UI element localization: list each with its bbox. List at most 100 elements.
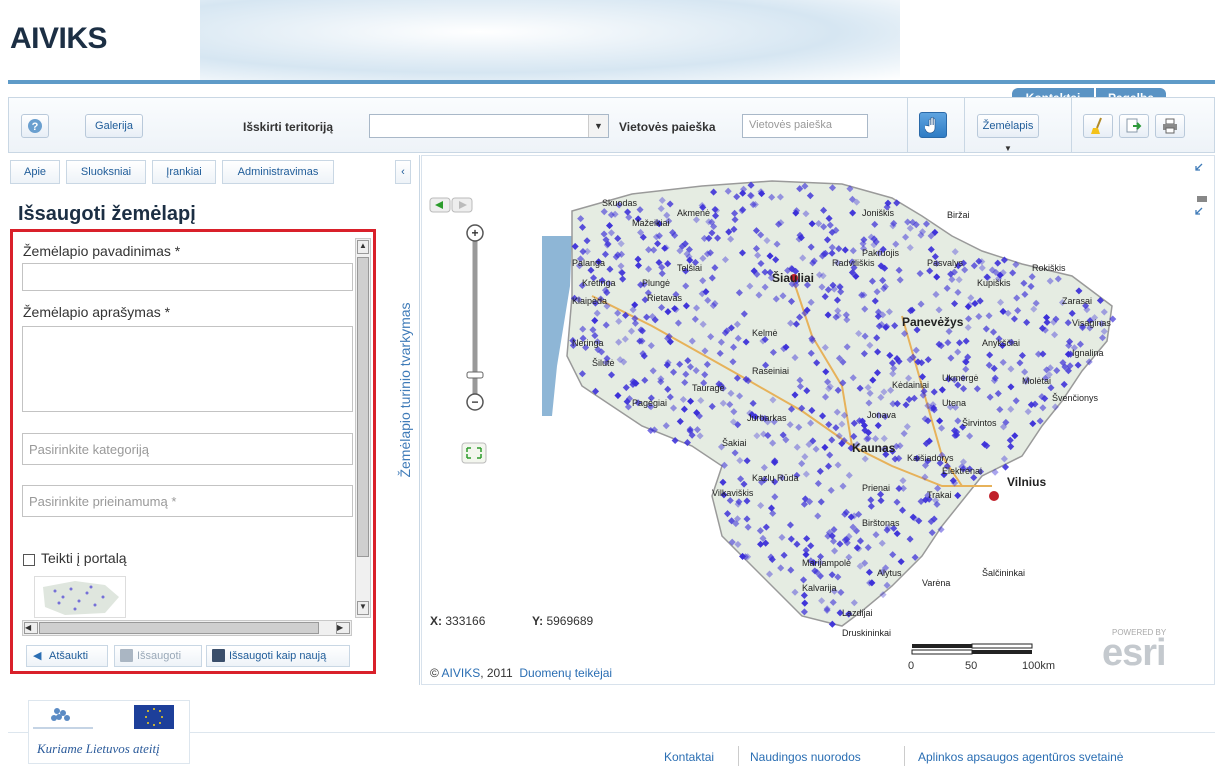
city-label: Kazlų Rūda bbox=[752, 473, 799, 483]
city-label: Šilutė bbox=[592, 358, 615, 368]
city-label: Akmenė bbox=[677, 208, 710, 218]
city-label: Klaipėda bbox=[572, 296, 607, 306]
city-label: Švenčionys bbox=[1052, 393, 1099, 403]
eu-logos-image bbox=[33, 705, 174, 729]
full-extent-button[interactable] bbox=[461, 442, 487, 464]
portal-checkbox[interactable] bbox=[23, 554, 35, 566]
city-label: Skuodas bbox=[602, 198, 638, 208]
city-label: Varėna bbox=[922, 578, 950, 588]
hand-icon bbox=[923, 116, 936, 134]
form-horizontal-scrollbar[interactable]: ◀ ▶ bbox=[22, 620, 352, 636]
city-label: Plungė bbox=[642, 278, 670, 288]
city-label: Vilkaviškis bbox=[712, 488, 754, 498]
sea-area bbox=[542, 236, 572, 416]
tab-about[interactable]: Apie bbox=[10, 160, 60, 184]
chevron-down-icon[interactable]: ▼ bbox=[588, 115, 608, 137]
save-as-new-button[interactable]: Išsaugoti kaip naują bbox=[206, 645, 350, 667]
print-small-icon[interactable] bbox=[1197, 196, 1207, 202]
header-clouds-image bbox=[200, 0, 900, 80]
city-label: Šakiai bbox=[722, 438, 747, 448]
help-button[interactable]: ? bbox=[21, 114, 49, 138]
save-button[interactable]: Išsaugoti bbox=[114, 645, 202, 667]
save-map-form: Žemėlapio pavadinimas * Žemėlapio aprašy… bbox=[10, 229, 376, 674]
h-scroll-thumb[interactable] bbox=[39, 622, 319, 634]
city-label: Alytus bbox=[877, 568, 902, 578]
floppy-disk-icon bbox=[212, 649, 225, 662]
scale-bar bbox=[911, 643, 1033, 655]
scale-label-0: 0 bbox=[908, 660, 915, 672]
city-label: Jonava bbox=[867, 410, 896, 420]
city-label: Palanga bbox=[572, 258, 605, 268]
city-label: Elektrėnai bbox=[942, 466, 982, 476]
pan-hand-button[interactable] bbox=[919, 112, 947, 138]
aiviks-link[interactable]: AIVIKS bbox=[442, 666, 481, 680]
x-value: 333166 bbox=[445, 614, 486, 628]
caret-down-icon: ▼ bbox=[1004, 144, 1012, 153]
city-label: Mažeikiai bbox=[632, 218, 670, 228]
map-content-manager-label[interactable]: Žemėlapio turinio tvarkymas bbox=[397, 302, 413, 477]
footer-link-contacts[interactable]: Kontaktai bbox=[664, 750, 714, 764]
territory-select[interactable]: ▼ bbox=[369, 114, 609, 138]
footer-link-useful[interactable]: Naudingos nuorodos bbox=[750, 750, 861, 764]
map-description-textarea[interactable] bbox=[22, 326, 353, 412]
search-input[interactable]: Vietovės paieška bbox=[742, 114, 868, 138]
footer-link-agency[interactable]: Aplinkos apsaugos agentūros svetainė bbox=[918, 750, 1123, 764]
basemap-label: Žemėlapis bbox=[982, 120, 1034, 132]
cancel-button-label: Atšaukti bbox=[49, 650, 89, 662]
print-button[interactable] bbox=[1155, 114, 1185, 138]
save-button-label: Išsaugoti bbox=[137, 650, 182, 662]
city-label: Utena bbox=[942, 398, 966, 408]
city-label: Molėtai bbox=[1022, 376, 1051, 386]
city-label: Pasvalys bbox=[927, 258, 964, 268]
scroll-left-arrow-icon[interactable]: ◀ bbox=[24, 622, 38, 634]
city-label: Pagėgiai bbox=[632, 398, 667, 408]
city-label: Kretinga bbox=[582, 278, 616, 288]
gallery-button[interactable]: Galerija bbox=[85, 114, 143, 138]
form-scrollbar[interactable]: ▲ ▼ bbox=[355, 238, 371, 618]
tab-layers[interactable]: Sluoksniai bbox=[66, 160, 146, 184]
collapse-icon[interactable] bbox=[1195, 163, 1203, 171]
city-capital-marker[interactable] bbox=[989, 491, 999, 501]
city-label: Telšiai bbox=[677, 263, 702, 273]
tab-tools[interactable]: Įrankiai bbox=[152, 160, 216, 184]
scroll-up-arrow-icon[interactable]: ▲ bbox=[357, 240, 369, 254]
city-label: Šiauliai bbox=[772, 270, 814, 285]
footer-logo-block[interactable]: Kuriame Lietuvos ateitį bbox=[28, 700, 190, 764]
coordinate-readout-y: Y: 5969689 bbox=[532, 614, 594, 628]
collapse-icon[interactable] bbox=[1195, 207, 1203, 215]
panel-title: Išsaugoti žemėlapį bbox=[18, 203, 196, 225]
footer-slogan: Kuriame Lietuvos ateitį bbox=[37, 741, 160, 756]
city-label: Ignalina bbox=[1072, 348, 1104, 358]
city-label: Lazdijai bbox=[842, 608, 873, 618]
city-label: Vilnius bbox=[1007, 475, 1046, 489]
printer-icon bbox=[1163, 118, 1177, 134]
map-view[interactable]: Šiauliai Panevėžys Kaunas Vilnius Klaipėda Te… bbox=[421, 155, 1215, 685]
city-label: Biržai bbox=[947, 210, 970, 220]
data-providers-link[interactable]: Duomenų teikėjai bbox=[519, 666, 612, 680]
toolbar-separator bbox=[1071, 98, 1072, 152]
city-label: Rietavas bbox=[647, 293, 683, 303]
city-label: Birštonas bbox=[862, 518, 900, 528]
access-select[interactable]: Pasirinkite prieinamumą * bbox=[22, 485, 353, 517]
map-name-input[interactable] bbox=[22, 263, 353, 291]
city-label: Jurbarkas bbox=[747, 413, 787, 423]
map-thumbnail bbox=[34, 576, 126, 618]
clear-button[interactable] bbox=[1083, 114, 1113, 138]
cancel-button[interactable]: ◀ Atšaukti bbox=[26, 645, 108, 667]
scroll-right-arrow-icon[interactable]: ▶ bbox=[336, 622, 350, 634]
basemap-dropdown[interactable]: Žemėlapis ▼ bbox=[977, 114, 1039, 153]
export-button[interactable] bbox=[1119, 114, 1149, 138]
map-canvas[interactable]: Šiauliai Panevėžys Kaunas Vilnius Klaipėda Te… bbox=[422, 156, 1216, 686]
tab-administration[interactable]: Administravimas bbox=[222, 160, 334, 184]
plus-icon: + bbox=[471, 226, 478, 240]
scroll-thumb[interactable] bbox=[357, 257, 369, 557]
category-select[interactable]: Pasirinkite kategoriją bbox=[22, 433, 353, 465]
scroll-down-arrow-icon[interactable]: ▼ bbox=[357, 601, 369, 615]
territory-label: Išskirti teritoriją bbox=[243, 120, 334, 134]
app-logo[interactable]: AIVIKS bbox=[10, 22, 108, 56]
broom-icon bbox=[1091, 117, 1102, 134]
city-label: Kaišiadorys bbox=[907, 453, 954, 463]
esri-logo[interactable]: esri bbox=[1102, 632, 1167, 675]
city-label: Ukmergė bbox=[942, 373, 979, 383]
zoom-slider-thumb[interactable] bbox=[466, 371, 484, 379]
